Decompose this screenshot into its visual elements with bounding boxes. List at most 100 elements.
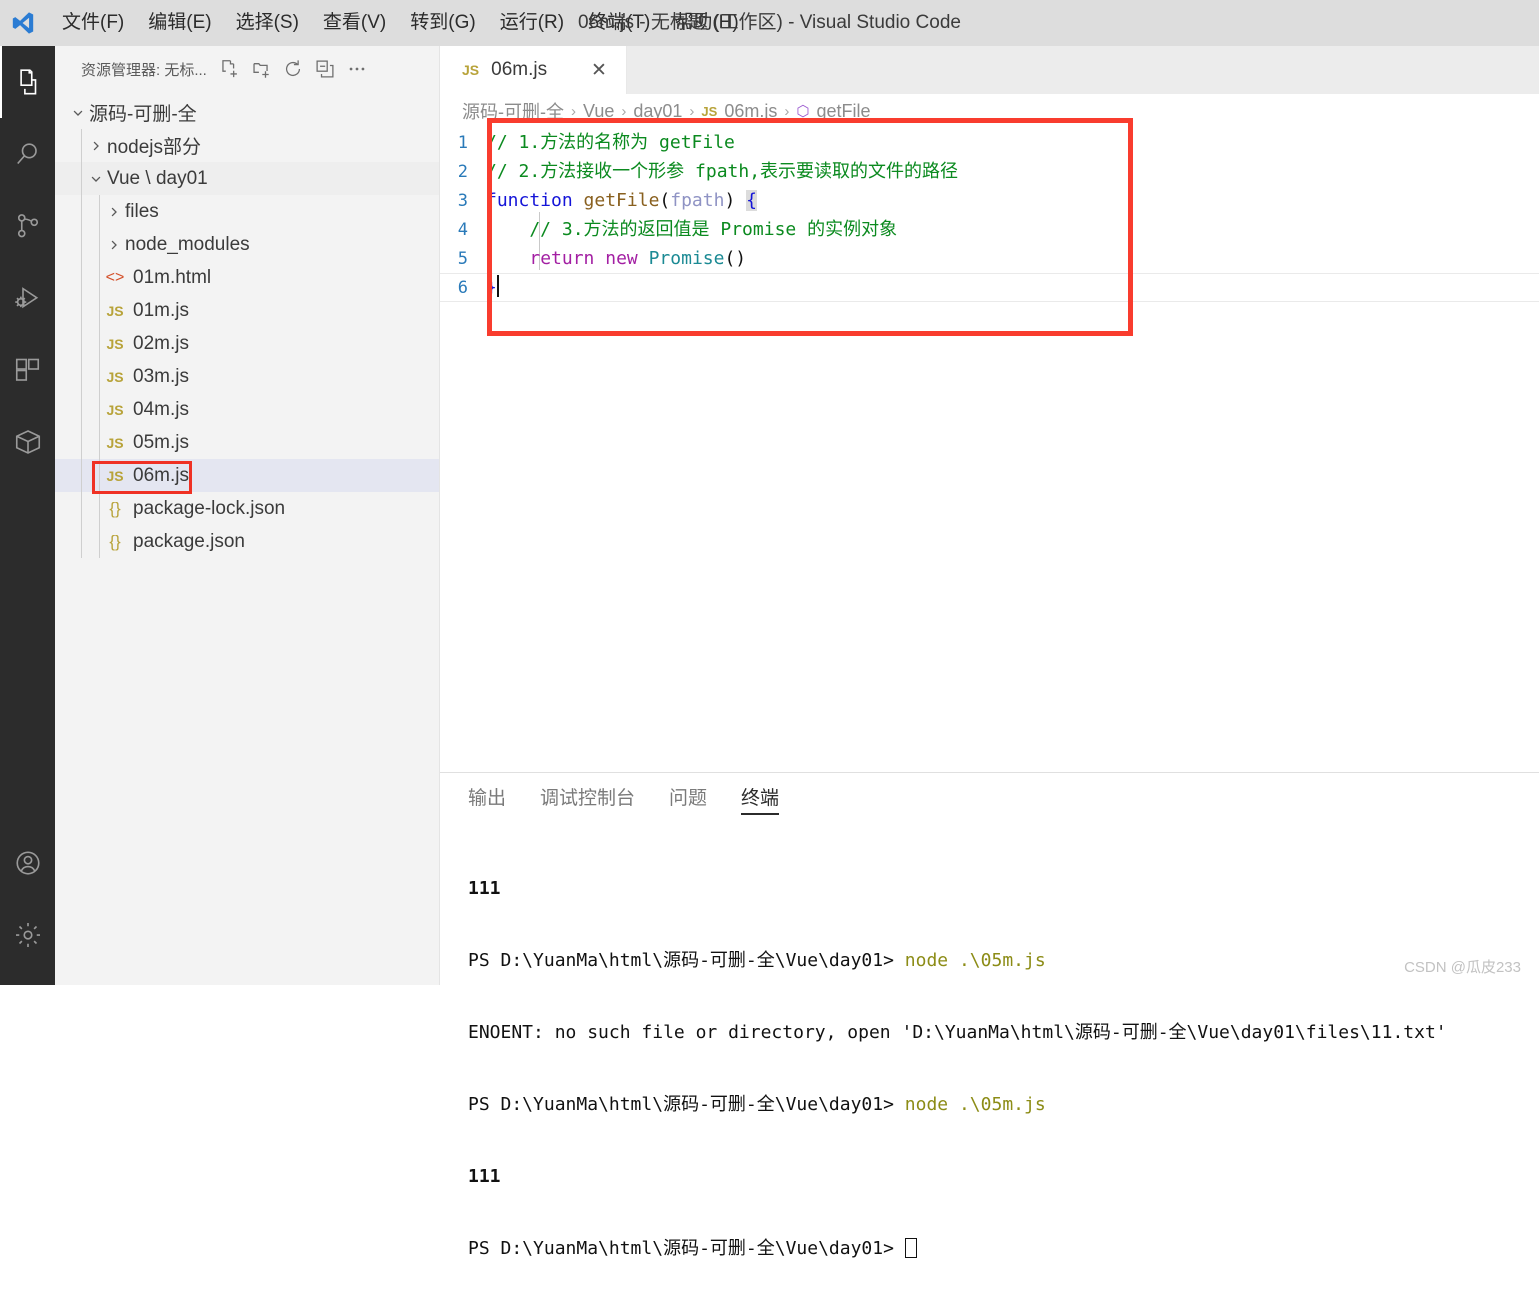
tab-problems[interactable]: 问题 [669, 773, 707, 825]
terminal-output[interactable]: 111 PS D:\YuanMa\html\源码-可删-全\Vue\day01>… [440, 825, 1539, 1309]
js-file-icon: JS [106, 401, 124, 418]
collapse-all-icon[interactable] [311, 55, 339, 83]
current-line-bottom-border [440, 301, 1539, 302]
tree-item-label: nodejs部分 [107, 137, 201, 158]
terminal-text: 111 [468, 878, 501, 899]
run-and-debug-icon[interactable] [0, 262, 55, 334]
breadcrumb-separator: › [784, 102, 790, 120]
code-token: 方法的名称为 getFile [540, 132, 735, 153]
menu-selection[interactable]: 选择(S) [224, 0, 311, 46]
menu-run[interactable]: 运行(R) [488, 0, 576, 46]
breadcrumb-item-file[interactable]: 06m.js [724, 101, 777, 122]
terminal-prompt: PS D:\YuanMa\html\源码-可删-全\Vue\day01> [468, 1238, 905, 1259]
line-number: 6 [457, 277, 468, 298]
js-file-icon: JS [106, 368, 124, 385]
breadcrumb-item-root[interactable]: 源码-可删-全 [462, 98, 564, 124]
refresh-icon[interactable] [279, 55, 307, 83]
line-number: 1 [457, 132, 468, 153]
tree-item-06m-js[interactable]: JS 06m.js [55, 459, 439, 492]
tab-output[interactable]: 输出 [468, 773, 506, 825]
accounts-icon[interactable] [0, 827, 55, 899]
explorer-header: 资源管理器: 无标... [55, 46, 439, 92]
code-content: // 3.方法的返回值是 Promise 的实例对象 [486, 215, 897, 244]
code-content: // 2.方法接收一个形参 fpath,表示要读取的文件的路径 [486, 157, 958, 186]
more-actions-icon[interactable] [343, 55, 371, 83]
code-line-5: 5 return new Promise() [440, 244, 1539, 273]
breadcrumb-item-day01[interactable]: day01 [633, 101, 682, 122]
tree-item-root[interactable]: 源码-可删-全 [55, 96, 439, 129]
extensions-icon[interactable] [0, 334, 55, 406]
code-line-6: 6 } [440, 273, 1539, 302]
line-number: 2 [457, 161, 468, 182]
code-token: // 2. [486, 161, 541, 182]
tree-item-04m-js[interactable]: JS 04m.js [55, 393, 439, 426]
js-file-icon: JS [106, 434, 124, 451]
close-icon[interactable]: ✕ [586, 57, 612, 83]
chevron-right-icon[interactable] [103, 238, 125, 252]
tree-item-vue-day01[interactable]: Vue \ day01 [55, 162, 439, 195]
vscode-logo-icon [0, 0, 46, 46]
chevron-down-icon[interactable] [67, 106, 89, 120]
code-line-3: 3 function getFile(fpath) { [440, 186, 1539, 215]
explorer-icon[interactable] [0, 46, 55, 118]
new-folder-icon[interactable] [247, 55, 275, 83]
tree-item-03m-js[interactable]: JS 03m.js [55, 360, 439, 393]
breadcrumb-separator: › [571, 102, 576, 120]
tree-item-nodejs[interactable]: nodejs部分 [55, 129, 439, 162]
tree-item-02m-js[interactable]: JS 02m.js [55, 327, 439, 360]
explorer-actions [215, 55, 371, 83]
tree-item-label: 01m.html [133, 266, 212, 288]
tab-06m-js[interactable]: JS 06m.js ✕ [440, 46, 627, 94]
tree-item-package-json[interactable]: {} package.json [55, 525, 439, 558]
code-token: getFile [583, 190, 660, 211]
code-token: fpath [670, 190, 725, 211]
code-token: ) [724, 190, 736, 211]
code-editor[interactable]: 1 // 1.方法的名称为 getFile 2 // 2.方法接收一个形参 fp… [440, 128, 1539, 818]
html-file-icon: <> [105, 268, 125, 286]
tree-item-01m-html[interactable]: <> 01m.html [55, 261, 439, 294]
breadcrumb-item-vue[interactable]: Vue [583, 101, 614, 122]
code-token: return [529, 248, 595, 269]
menu-view[interactable]: 查看(V) [311, 0, 398, 46]
tree-item-label: package.json [133, 530, 245, 552]
tree-item-label: Vue \ day01 [107, 167, 208, 189]
line-number: 3 [457, 190, 468, 211]
terminal-prompt: PS D:\YuanMa\html\源码-可删-全\Vue\day01> [468, 950, 905, 971]
code-token: // 3. [486, 219, 584, 240]
symbol-icon: ⬡ [796, 103, 810, 120]
terminal-prompt: PS D:\YuanMa\html\源码-可删-全\Vue\day01> [468, 1094, 905, 1115]
menu-go[interactable]: 转到(G) [398, 0, 487, 46]
tree-item-files[interactable]: files [55, 195, 439, 228]
tree-item-label: 05m.js [133, 431, 189, 453]
tab-terminal[interactable]: 终端 [741, 773, 780, 825]
new-file-icon[interactable] [215, 55, 243, 83]
line-number: 5 [457, 248, 468, 269]
breadcrumb-item-symbol[interactable]: getFile [816, 101, 870, 122]
menu-edit[interactable]: 编辑(E) [136, 0, 223, 46]
tree-item-05m-js[interactable]: JS 05m.js [55, 426, 439, 459]
tree-item-node-modules[interactable]: node_modules [55, 228, 439, 261]
settings-gear-icon[interactable] [0, 899, 55, 971]
menu-help[interactable]: 帮助(H) [662, 0, 750, 46]
chevron-right-icon[interactable] [85, 139, 107, 153]
code-line-2: 2 // 2.方法接收一个形参 fpath,表示要读取的文件的路径 [440, 157, 1539, 186]
js-file-icon: JS [106, 467, 124, 484]
tab-debug-console[interactable]: 调试控制台 [540, 773, 635, 825]
search-icon[interactable] [0, 118, 55, 190]
tree-item-01m-js[interactable]: JS 01m.js [55, 294, 439, 327]
remote-explorer-icon[interactable] [0, 406, 55, 478]
tree-item-package-lock-json[interactable]: {} package-lock.json [55, 492, 439, 525]
json-file-icon: {} [109, 531, 121, 551]
title-bar: 文件(F) 编辑(E) 选择(S) 查看(V) 转到(G) 运行(R) 终端(T… [0, 0, 1539, 46]
menu-terminal[interactable]: 终端(T) [576, 0, 662, 46]
terminal-cursor [904, 1238, 917, 1258]
terminal-line: PS D:\YuanMa\html\源码-可删-全\Vue\day01> nod… [468, 949, 1539, 973]
terminal-line: PS D:\YuanMa\html\源码-可删-全\Vue\day01> nod… [468, 1093, 1539, 1117]
tree-item-label: node_modules [125, 233, 250, 255]
menu-file[interactable]: 文件(F) [50, 0, 136, 46]
chevron-right-icon[interactable] [103, 205, 125, 219]
code-line-1: 1 // 1.方法的名称为 getFile [440, 128, 1539, 157]
source-control-icon[interactable] [0, 190, 55, 262]
chevron-down-icon[interactable] [85, 172, 107, 186]
